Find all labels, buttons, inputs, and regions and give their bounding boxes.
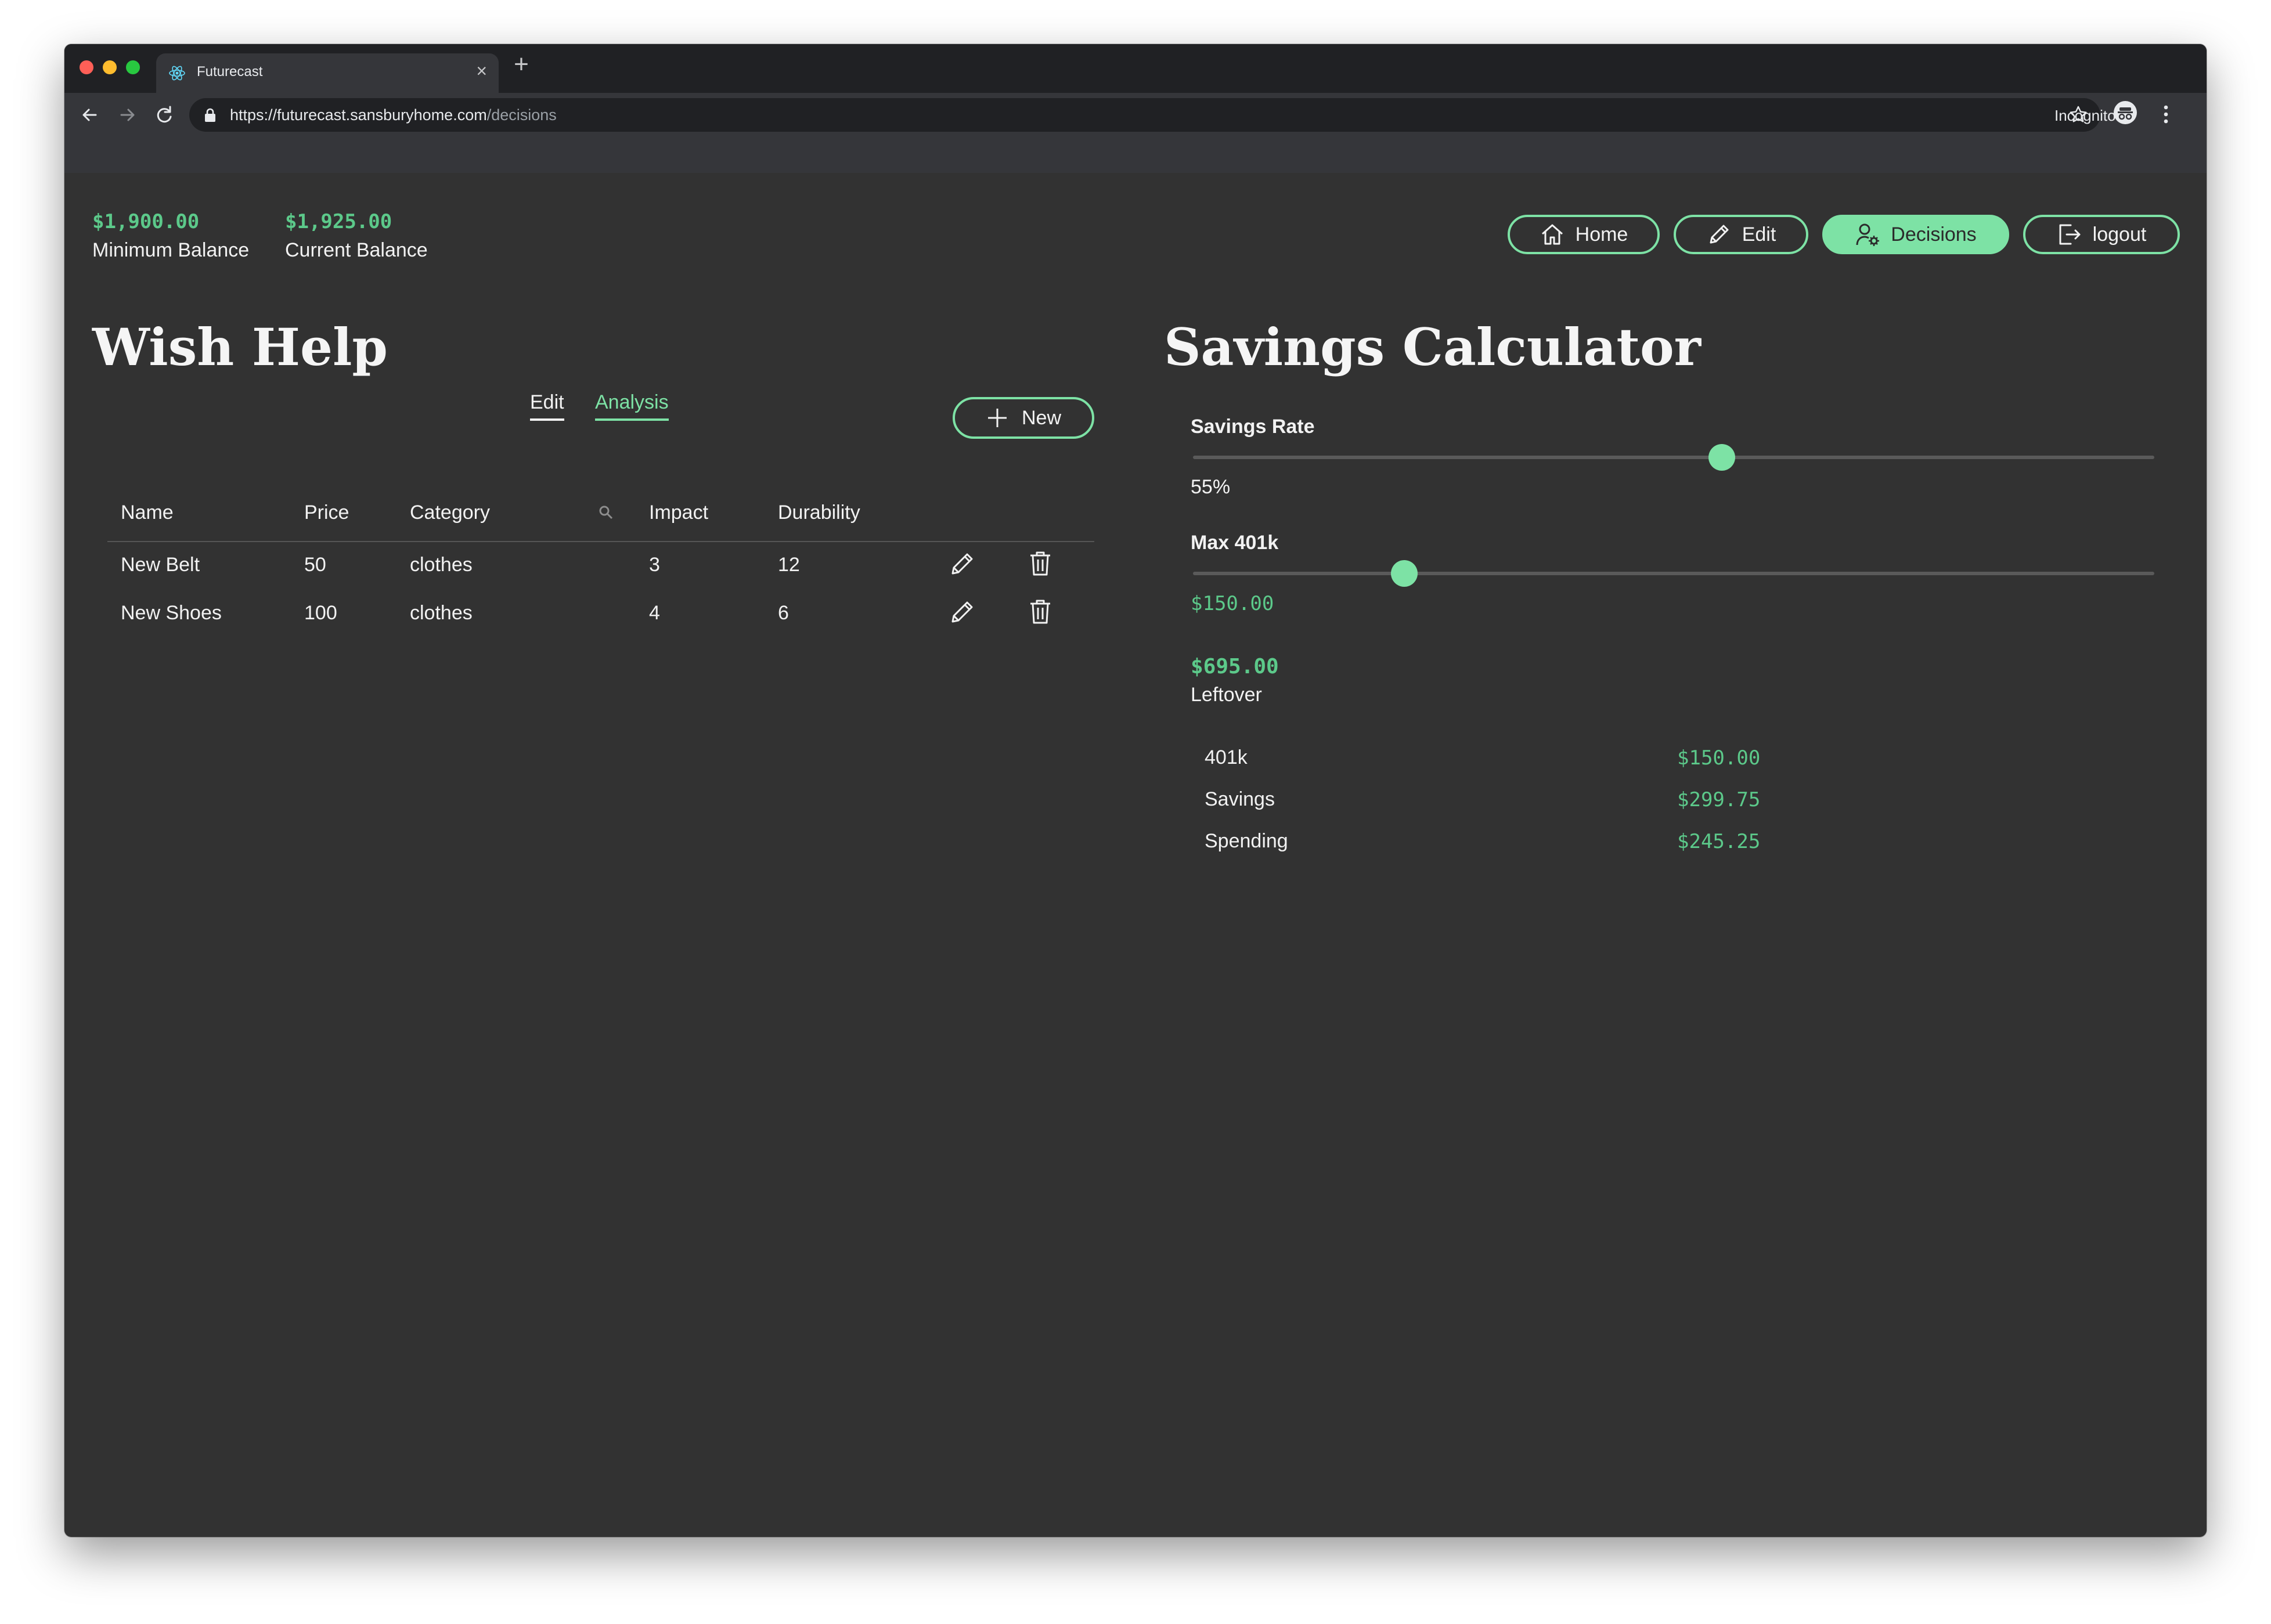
cell-impact: 3 <box>649 554 660 576</box>
column-header-price[interactable]: Price <box>304 501 349 524</box>
column-header-impact[interactable]: Impact <box>649 501 708 524</box>
breakdown-label: Savings <box>1205 788 1275 810</box>
cell-price: 50 <box>304 554 326 576</box>
search-icon[interactable] <box>597 504 615 521</box>
new-wish-label: New <box>1021 406 1062 429</box>
user-gear-icon <box>1856 223 1880 246</box>
browser-tab[interactable]: Futurecast × <box>156 53 499 93</box>
nav-logout-button[interactable]: logout <box>2023 215 2180 254</box>
address-bar[interactable]: https://futurecast.sansburyhome.com/deci… <box>189 98 2100 132</box>
cell-category: clothes <box>410 602 473 624</box>
breakdown-label: Spending <box>1205 830 1288 852</box>
cell-name: New Shoes <box>121 602 222 624</box>
pencil-icon[interactable] <box>948 597 977 626</box>
nav-home-label: Home <box>1575 223 1628 246</box>
current-balance-label: Current Balance <box>285 239 428 261</box>
cell-category: clothes <box>410 554 473 576</box>
minimize-window-button[interactable] <box>103 60 117 74</box>
url-path: /decisions <box>486 106 557 124</box>
cell-durability: 12 <box>778 554 800 576</box>
cell-durability: 6 <box>778 602 789 624</box>
trash-icon[interactable] <box>1026 597 1055 626</box>
cell-price: 100 <box>304 602 337 624</box>
react-favicon-icon <box>169 66 185 81</box>
tab-title: Futurecast <box>197 64 263 80</box>
forward-arrow-icon <box>120 109 135 121</box>
breakdown-label: 401k <box>1205 746 1248 768</box>
savings-rate-slider[interactable] <box>1193 444 2154 471</box>
nav-home-button[interactable]: Home <box>1508 215 1660 254</box>
max-401k-slider[interactable] <box>1193 560 2154 587</box>
reload-button[interactable] <box>149 100 179 130</box>
current-balance-value: $1,925.00 <box>285 210 392 233</box>
savings-calculator-title: Savings Calculator <box>1164 317 1702 377</box>
tab-analysis[interactable]: Analysis <box>595 391 669 421</box>
lock-icon <box>205 108 215 122</box>
home-icon <box>1541 224 1563 245</box>
pencil-icon <box>1710 225 1729 244</box>
trash-icon[interactable] <box>1026 549 1055 578</box>
breakdown-value: $150.00 <box>1677 746 1761 770</box>
nav-edit-label: Edit <box>1742 223 1776 246</box>
table-header-divider <box>107 541 1094 542</box>
incognito-label: Incognito <box>2054 107 2116 124</box>
tab-close-icon[interactable]: × <box>476 60 487 82</box>
plus-icon <box>987 409 1007 427</box>
url-host: https://futurecast.sansburyhome.com <box>230 106 487 124</box>
logout-icon <box>2059 224 2081 245</box>
content-top-strip <box>64 137 2207 173</box>
reload-icon <box>157 106 172 123</box>
nav-decisions-button[interactable]: Decisions <box>1822 215 2009 254</box>
forward-button[interactable] <box>112 100 142 130</box>
incognito-icon[interactable] <box>2114 101 2137 124</box>
close-window-button[interactable] <box>80 60 93 74</box>
savings-rate-slider-thumb[interactable] <box>1708 444 1735 471</box>
column-header-durability[interactable]: Durability <box>778 501 860 524</box>
max-401k-label: Max 401k <box>1191 532 1279 554</box>
savings-rate-label: Savings Rate <box>1191 416 1315 438</box>
leftover-label: Leftover <box>1191 684 1262 706</box>
minimum-balance-label: Minimum Balance <box>92 239 250 261</box>
new-wish-button[interactable]: New <box>953 397 1094 439</box>
browser-tab-bar: Futurecast × + <box>64 44 2207 93</box>
browser-menu-icon[interactable] <box>2154 101 2178 128</box>
cell-name: New Belt <box>121 554 200 576</box>
minimum-balance-value: $1,900.00 <box>92 210 200 233</box>
browser-window: Futurecast × + https://futurecast.sansbu… <box>64 44 2207 1537</box>
max-401k-value: $150.00 <box>1191 592 1274 615</box>
nav-edit-button[interactable]: Edit <box>1674 215 1808 254</box>
browser-toolbar: https://futurecast.sansburyhome.com/deci… <box>64 93 2207 137</box>
back-arrow-icon <box>82 109 97 121</box>
nav-decisions-label: Decisions <box>1891 223 1977 246</box>
back-button[interactable] <box>75 100 105 130</box>
column-header-category[interactable]: Category <box>410 501 490 524</box>
tab-edit[interactable]: Edit <box>530 391 564 421</box>
url-text: https://futurecast.sansburyhome.com/deci… <box>230 106 557 124</box>
breakdown-value: $245.25 <box>1677 830 1761 853</box>
max-401k-slider-thumb[interactable] <box>1391 560 1418 587</box>
savings-rate-value: 55% <box>1191 476 1231 498</box>
new-tab-button[interactable]: + <box>507 50 536 79</box>
wish-help-title: Wish Help <box>92 317 388 377</box>
leftover-value: $695.00 <box>1191 655 1279 679</box>
nav-logout-label: logout <box>2092 223 2147 246</box>
column-header-name[interactable]: Name <box>121 501 174 524</box>
cell-impact: 4 <box>649 602 660 624</box>
breakdown-value: $299.75 <box>1677 788 1761 811</box>
pencil-icon[interactable] <box>948 549 977 578</box>
maximize-window-button[interactable] <box>126 60 140 74</box>
